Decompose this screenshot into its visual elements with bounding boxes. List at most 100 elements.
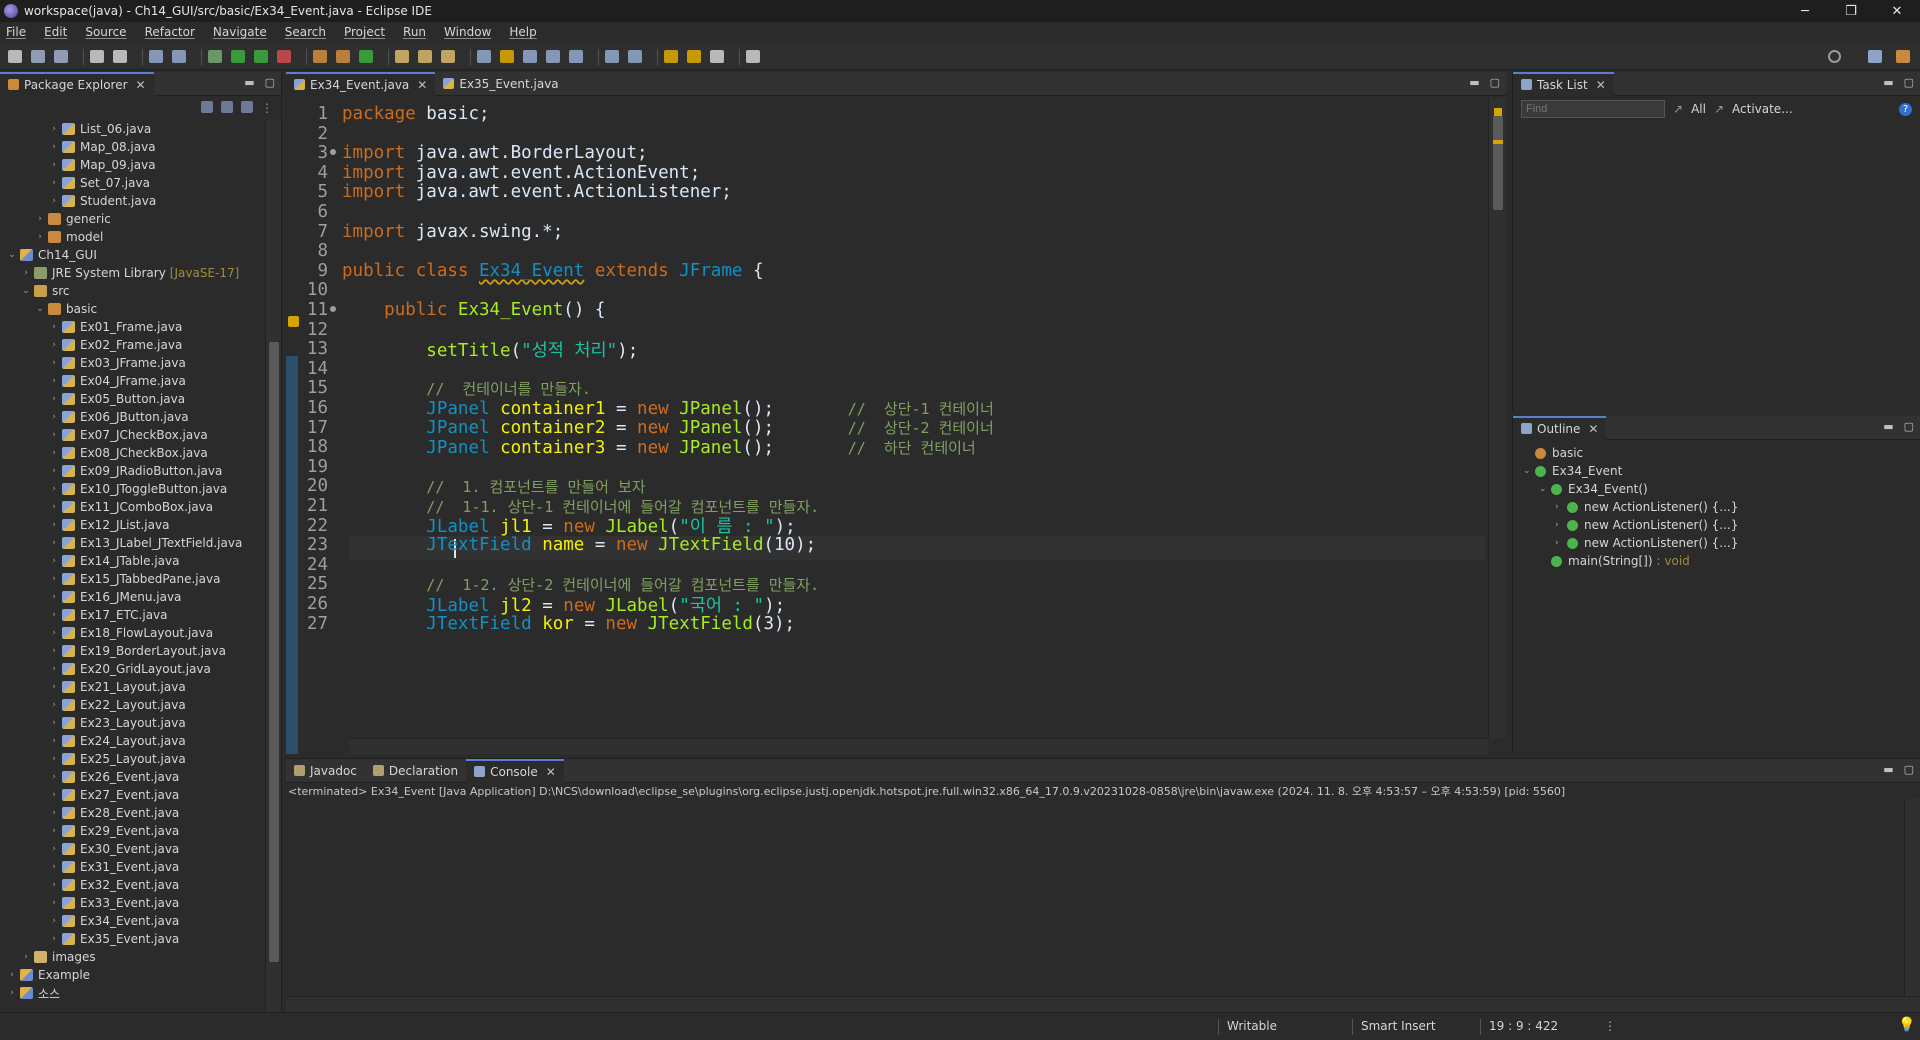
collapsed-chevron-icon[interactable]: › <box>48 700 60 710</box>
breadcrumb-icon[interactable] <box>523 50 537 63</box>
prev-annotation-icon[interactable] <box>628 50 642 63</box>
help-icon[interactable]: ? <box>1899 102 1912 116</box>
tree-item[interactable]: › Ex27_Event.java <box>0 786 265 804</box>
maximize-view-icon[interactable]: ▢ <box>1904 76 1914 89</box>
minimize-view-icon[interactable]: ▬ <box>244 76 254 89</box>
external-tools-icon[interactable] <box>277 50 291 63</box>
new-class-icon[interactable] <box>359 50 373 63</box>
collapsed-chevron-icon[interactable]: › <box>48 394 60 404</box>
tree-item[interactable]: › Ex10_JToggleButton.java <box>0 480 265 498</box>
collapsed-chevron-icon[interactable]: › <box>34 214 46 224</box>
close-icon[interactable]: ✕ <box>1596 78 1606 92</box>
code-editor[interactable]: 1 package basic; 2 3 import java.awt.BorderL… <box>286 98 1506 754</box>
tree-item[interactable]: › Student.java <box>0 192 265 210</box>
tree-item[interactable]: › Ex19_BorderLayout.java <box>0 642 265 660</box>
tree-item[interactable]: › Ex01_Frame.java <box>0 318 265 336</box>
collapsed-chevron-icon[interactable]: › <box>48 322 60 332</box>
collapsed-chevron-icon[interactable]: › <box>48 358 60 368</box>
debug-icon[interactable] <box>208 50 222 63</box>
maximize-view-icon[interactable]: ▢ <box>1904 420 1914 433</box>
collapsed-chevron-icon[interactable]: › <box>48 448 60 458</box>
editor-tab[interactable]: Ex34_Event.java ✕ <box>286 71 436 96</box>
collapsed-chevron-icon[interactable]: › <box>48 160 60 170</box>
tree-item[interactable]: › Ex33_Event.java <box>0 894 265 912</box>
collapsed-chevron-icon[interactable]: › <box>48 124 60 134</box>
menu-project[interactable]: Project <box>344 25 385 39</box>
tree-item[interactable]: › Ex05_Button.java <box>0 390 265 408</box>
collapsed-chevron-icon[interactable]: › <box>20 952 32 962</box>
close-icon[interactable]: ✕ <box>136 78 146 92</box>
outline-item[interactable]: basic <box>1513 444 1920 462</box>
collapsed-chevron-icon[interactable]: › <box>48 538 60 548</box>
filter-icon[interactable] <box>241 101 253 113</box>
collapsed-chevron-icon[interactable]: › <box>48 646 60 656</box>
collapsed-chevron-icon[interactable]: › <box>6 988 18 998</box>
save-icon[interactable] <box>31 50 45 63</box>
minimize-editor-icon[interactable]: ▬ <box>1469 76 1479 89</box>
collapsed-chevron-icon[interactable]: › <box>48 934 60 944</box>
tree-item[interactable]: › Set_07.java <box>0 174 265 192</box>
close-icon[interactable]: ✕ <box>546 765 556 779</box>
collapsed-chevron-icon[interactable]: › <box>48 430 60 440</box>
menu-refactor[interactable]: Refactor <box>145 25 195 39</box>
fold-marker-icon[interactable] <box>330 306 336 312</box>
tree-item[interactable]: › Ex16_JMenu.java <box>0 588 265 606</box>
collapsed-chevron-icon[interactable]: › <box>48 592 60 602</box>
open-perspective-icon[interactable] <box>1868 50 1882 63</box>
tree-item[interactable]: › Ex22_Layout.java <box>0 696 265 714</box>
tree-item[interactable]: › Ex06_JButton.java <box>0 408 265 426</box>
expanded-chevron-icon[interactable]: ⌄ <box>34 304 46 314</box>
maximize-editor-icon[interactable]: ▢ <box>1490 76 1500 89</box>
collapsed-chevron-icon[interactable]: › <box>20 268 32 278</box>
tree-item[interactable]: › images <box>0 948 265 966</box>
expanded-chevron-icon[interactable]: ⌄ <box>20 286 32 296</box>
tree-item[interactable]: › Ex11_JComboBox.java <box>0 498 265 516</box>
tree-item[interactable]: › Ex29_Event.java <box>0 822 265 840</box>
tree-item[interactable]: › Ex14_JTable.java <box>0 552 265 570</box>
collapsed-chevron-icon[interactable]: › <box>48 808 60 818</box>
outline-item[interactable]: ⌄ Ex34_Event() <box>1513 480 1920 498</box>
tree-item[interactable]: › Ex32_Event.java <box>0 876 265 894</box>
tree-item[interactable]: › Ex02_Frame.java <box>0 336 265 354</box>
collapsed-chevron-icon[interactable]: › <box>48 682 60 692</box>
terminal-icon[interactable] <box>149 50 163 63</box>
collapsed-chevron-icon[interactable]: › <box>48 574 60 584</box>
tree-item[interactable]: › Ex21_Layout.java <box>0 678 265 696</box>
tree-item[interactable]: › Ex25_Layout.java <box>0 750 265 768</box>
skip-breakpoints-icon[interactable] <box>172 50 186 63</box>
run-icon[interactable] <box>231 50 245 63</box>
save-all-icon[interactable] <box>54 50 68 63</box>
tree-item[interactable]: › Ex20_GridLayout.java <box>0 660 265 678</box>
tree-item[interactable]: › JRE System Library [JavaSE-17] <box>0 264 265 282</box>
collapsed-chevron-icon[interactable]: › <box>48 736 60 746</box>
collapsed-chevron-icon[interactable]: › <box>48 844 60 854</box>
collapsed-chevron-icon[interactable]: › <box>48 826 60 836</box>
global-search-icon[interactable] <box>1828 50 1841 63</box>
tab-declaration[interactable]: Declaration <box>365 759 466 783</box>
minimize-view-icon[interactable]: ▬ <box>1883 763 1893 776</box>
minimize-view-icon[interactable]: ▬ <box>1883 420 1893 433</box>
tree-item[interactable]: › Ex15_JTabbedPane.java <box>0 570 265 588</box>
collapsed-chevron-icon[interactable]: › <box>48 664 60 674</box>
collapsed-chevron-icon[interactable]: › <box>48 628 60 638</box>
tree-item[interactable]: › model <box>0 228 265 246</box>
tree-item[interactable]: › Ex13_JLabel_JTextField.java <box>0 534 265 552</box>
tree-item[interactable]: › List_06.java <box>0 120 265 138</box>
tab-package-explorer[interactable]: Package Explorer ✕ <box>0 71 154 96</box>
tree-item[interactable]: ⌄ Ch14_GUI <box>0 246 265 264</box>
collapsed-chevron-icon[interactable]: › <box>48 916 60 926</box>
tree-item[interactable]: › generic <box>0 210 265 228</box>
tab-console[interactable]: Console ✕ <box>466 758 564 783</box>
pin-editor-icon[interactable] <box>746 50 760 63</box>
tree-item[interactable]: › Ex17_ETC.java <box>0 606 265 624</box>
collapsed-chevron-icon[interactable]: › <box>48 880 60 890</box>
menu-run[interactable]: Run <box>403 25 426 39</box>
outline-item[interactable]: main(String[]): void <box>1513 552 1920 570</box>
collapsed-chevron-icon[interactable]: › <box>48 502 60 512</box>
console-hscrollbar[interactable] <box>286 996 1920 1012</box>
editor-hscrollbar[interactable] <box>350 738 1488 754</box>
console-vscrollbar[interactable] <box>1904 799 1920 996</box>
tree-item[interactable]: › Map_09.java <box>0 156 265 174</box>
close-icon[interactable]: ✕ <box>1588 422 1598 436</box>
tree-item[interactable]: › Ex07_JCheckBox.java <box>0 426 265 444</box>
